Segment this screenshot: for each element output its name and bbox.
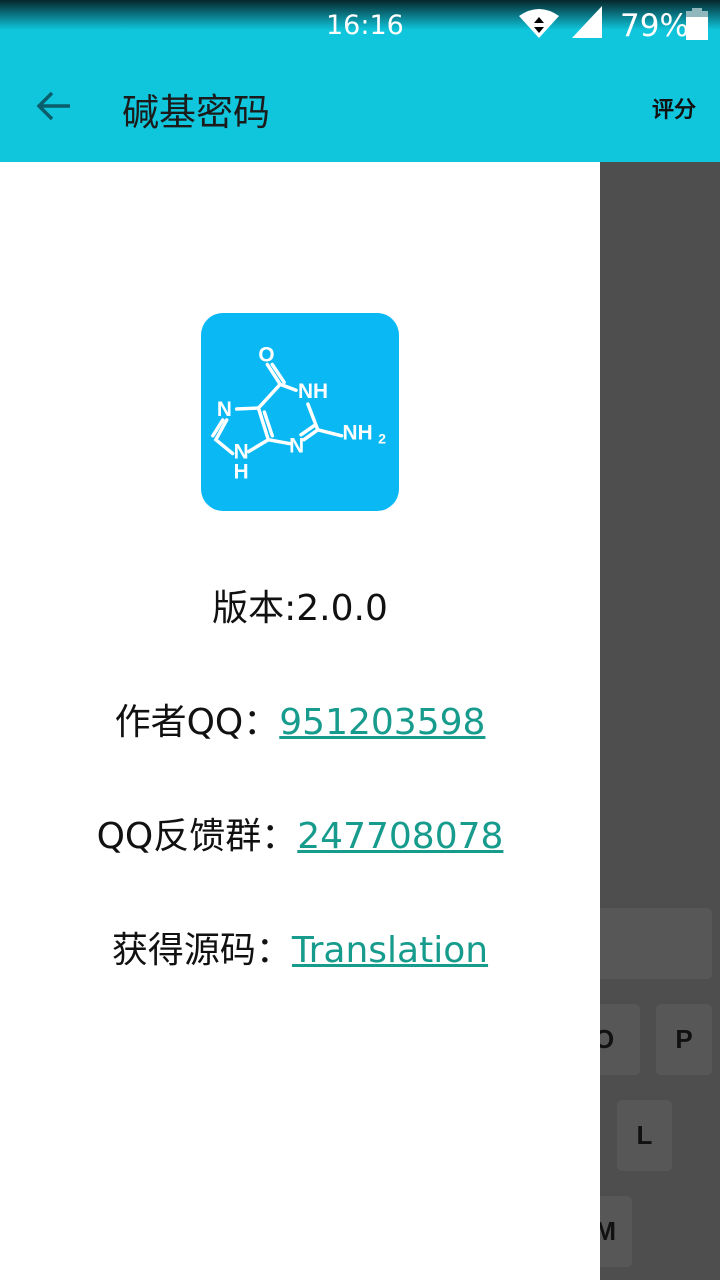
key-o: O <box>600 1004 640 1075</box>
app-logo: O NH NH 2 N N N H <box>201 313 399 511</box>
author-qq-link[interactable]: 951203598 <box>279 702 485 743</box>
version-text: 版本:2.0.0 <box>212 588 388 629</box>
group-label: QQ反馈群： <box>96 816 298 857</box>
battery-icon <box>686 8 708 40</box>
about-panel: O NH NH 2 N N N H 版本:2.0.0 作者QQ：95120359… <box>0 162 600 1280</box>
battery-percent: 79% <box>620 8 689 44</box>
group-row: QQ反馈群：247708078 <box>0 807 600 859</box>
signal-icon <box>572 6 602 38</box>
source-link[interactable]: Translation <box>292 930 488 971</box>
page-title: 碱基密码 <box>122 91 270 134</box>
logo-atom-nh2-sub: 2 <box>378 431 386 447</box>
author-row: 作者QQ：951203598 <box>0 693 600 745</box>
key-m: M <box>600 1196 632 1267</box>
key-p: P <box>656 1004 712 1075</box>
arrow-left-icon[interactable] <box>34 86 74 126</box>
rate-button[interactable]: 评分 <box>652 92 696 124</box>
logo-atom-h-bottom: H <box>234 460 249 483</box>
logo-atom-n-right: N <box>289 435 304 458</box>
author-label: 作者QQ： <box>114 702 280 743</box>
keyboard-input-bar <box>600 908 712 979</box>
key-l: L <box>617 1100 672 1171</box>
logo-atom-o: O <box>258 344 274 367</box>
logo-atom-nh: NH <box>298 380 328 403</box>
logo-atom-n-left: N <box>217 398 232 421</box>
source-row: 获得源码：Translation <box>0 921 600 973</box>
app-bar: 碱基密码 评分 <box>0 50 720 162</box>
group-qq-link[interactable]: 247708078 <box>297 816 503 857</box>
status-time: 16:16 <box>326 10 404 41</box>
wifi-icon <box>519 9 559 38</box>
status-bar: 16:16 79% <box>0 0 720 50</box>
source-label: 获得源码： <box>111 930 292 971</box>
logo-atom-nh2: NH <box>343 422 373 445</box>
keyboard-scrim: O P L M <box>600 162 720 1280</box>
